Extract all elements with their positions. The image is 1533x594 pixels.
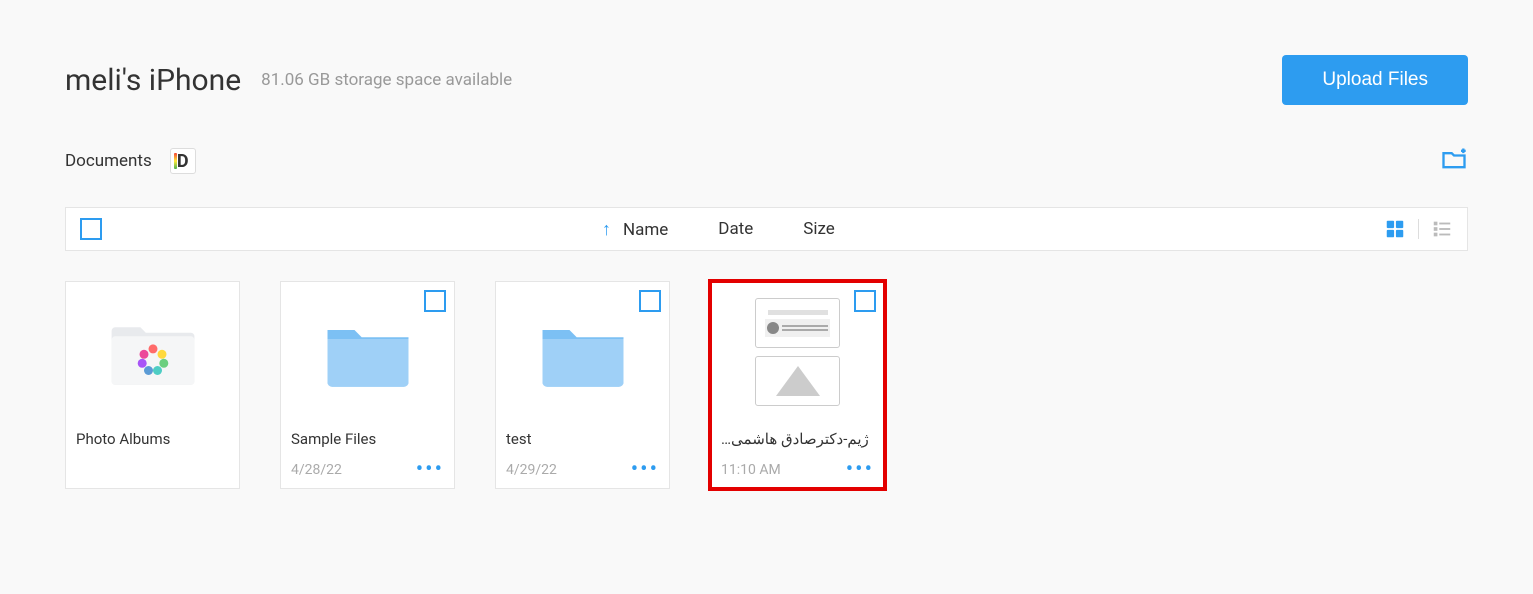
breadcrumb[interactable]: Documents [65,151,152,171]
more-options-button[interactable]: ••• [846,465,874,475]
file-item[interactable]: …ژیم-دکترصادق هاشمی 11:10 AM ••• [710,281,885,489]
item-footer: 4/29/22 ••• [496,456,669,488]
upload-files-button[interactable]: Upload Files [1282,55,1468,105]
item-checkbox[interactable] [639,290,661,312]
sort-size[interactable]: Size [803,219,835,239]
storage-info: 81.06 GB storage space available [261,70,512,90]
sort-name[interactable]: ↑ Name [602,219,668,240]
device-title: meli's iPhone [65,63,241,98]
more-options-button[interactable]: ••• [416,465,444,475]
more-options-button[interactable]: ••• [631,465,659,475]
sort-date[interactable]: Date [718,219,753,239]
folder-icon [323,315,413,390]
list-icon [1431,218,1453,240]
sort-arrow-up-icon: ↑ [602,219,611,240]
item-name: test [496,422,669,456]
file-item[interactable]: test 4/29/22 ••• [495,281,670,489]
select-all-checkbox[interactable] [80,218,102,240]
list-view-button[interactable] [1431,218,1453,240]
item-footer: 11:10 AM ••• [711,456,884,488]
view-controls [1384,218,1453,240]
item-date: 4/29/22 [506,462,557,478]
item-name: Photo Albums [66,422,239,456]
documents-app-icon: D [170,148,196,174]
new-folder-icon [1440,145,1468,173]
toolbar: ↑ Name Date Size [65,207,1468,251]
document-thumbnail [755,298,840,406]
file-item[interactable]: Sample Files 4/28/22 ••• [280,281,455,489]
item-date: 4/28/22 [291,462,342,478]
new-folder-button[interactable] [1440,145,1468,177]
item-date: 11:10 AM [721,462,781,478]
sort-controls: ↑ Name Date Size [602,219,835,240]
item-checkbox[interactable] [424,290,446,312]
item-checkbox[interactable] [854,290,876,312]
view-divider [1418,219,1419,239]
item-thumbnail [66,282,239,422]
grid-view-button[interactable] [1384,218,1406,240]
item-name: Sample Files [281,422,454,456]
item-footer: 4/28/22 ••• [281,456,454,488]
file-item[interactable]: Photo Albums [65,281,240,489]
item-name: …ژیم-دکترصادق هاشمی [711,422,884,456]
file-grid: Photo Albums Sample Files 4/28/22 ••• te… [65,281,1468,489]
breadcrumb-row: Documents D [65,145,1468,177]
grid-icon [1384,218,1406,240]
header: meli's iPhone 81.06 GB storage space ava… [65,0,1468,145]
photo-folder-icon [108,315,198,390]
folder-icon [538,315,628,390]
